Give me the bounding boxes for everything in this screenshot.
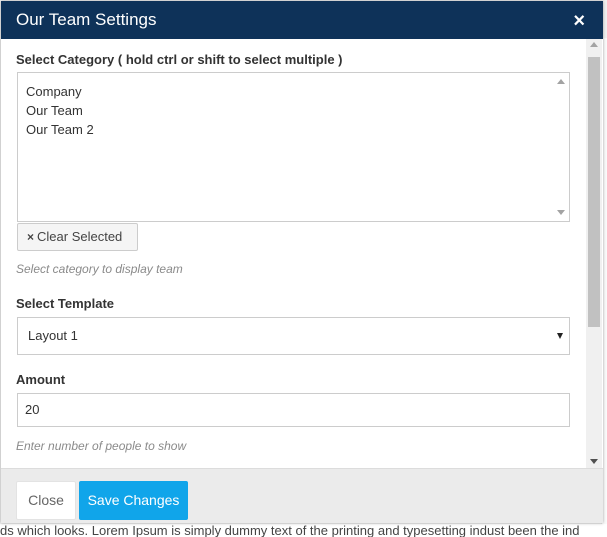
category-help-text: Select category to display team bbox=[16, 262, 183, 276]
caret-down-icon bbox=[557, 333, 563, 339]
x-icon: × bbox=[27, 230, 35, 244]
modal-scrollbar[interactable] bbox=[586, 39, 602, 468]
scrollbar-thumb[interactable] bbox=[588, 57, 600, 327]
template-select[interactable]: Layout 1 bbox=[17, 317, 570, 355]
close-button[interactable]: Close bbox=[16, 481, 76, 520]
modal-title: Our Team Settings bbox=[16, 10, 157, 29]
amount-input[interactable]: 20 bbox=[17, 393, 570, 427]
category-options: Company Our Team Our Team 2 bbox=[26, 82, 94, 139]
modal-header: Our Team Settings × bbox=[1, 1, 603, 39]
category-list-scrollbar[interactable] bbox=[553, 73, 569, 221]
category-option[interactable]: Our Team bbox=[26, 101, 94, 120]
scroll-up-icon[interactable] bbox=[557, 79, 565, 84]
clear-selected-button[interactable]: × Clear Selected bbox=[17, 223, 138, 251]
category-option[interactable]: Company bbox=[26, 82, 94, 101]
amount-help-text: Enter number of people to show bbox=[16, 439, 187, 453]
template-label: Select Template bbox=[16, 296, 115, 311]
save-changes-button[interactable]: Save Changes bbox=[79, 481, 188, 520]
close-icon[interactable]: × bbox=[573, 11, 585, 31]
team-settings-modal: Our Team Settings × Select Category ( ho… bbox=[1, 1, 603, 523]
background-page-text: ds which looks. Lorem Ipsum is simply du… bbox=[0, 524, 607, 537]
modal-footer: Close Save Changes bbox=[1, 468, 603, 523]
category-option[interactable]: Our Team 2 bbox=[26, 120, 94, 139]
modal-body: Select Category ( hold ctrl or shift to … bbox=[1, 39, 603, 468]
scroll-down-icon[interactable] bbox=[557, 210, 565, 215]
amount-label: Amount bbox=[16, 372, 66, 387]
template-selected-value: Layout 1 bbox=[28, 328, 78, 343]
category-label: Select Category ( hold ctrl or shift to … bbox=[16, 52, 343, 67]
scroll-down-icon[interactable] bbox=[590, 459, 598, 464]
category-multiselect[interactable]: Company Our Team Our Team 2 bbox=[17, 72, 570, 222]
clear-selected-label: Clear Selected bbox=[37, 229, 123, 244]
scroll-up-icon[interactable] bbox=[590, 42, 598, 47]
